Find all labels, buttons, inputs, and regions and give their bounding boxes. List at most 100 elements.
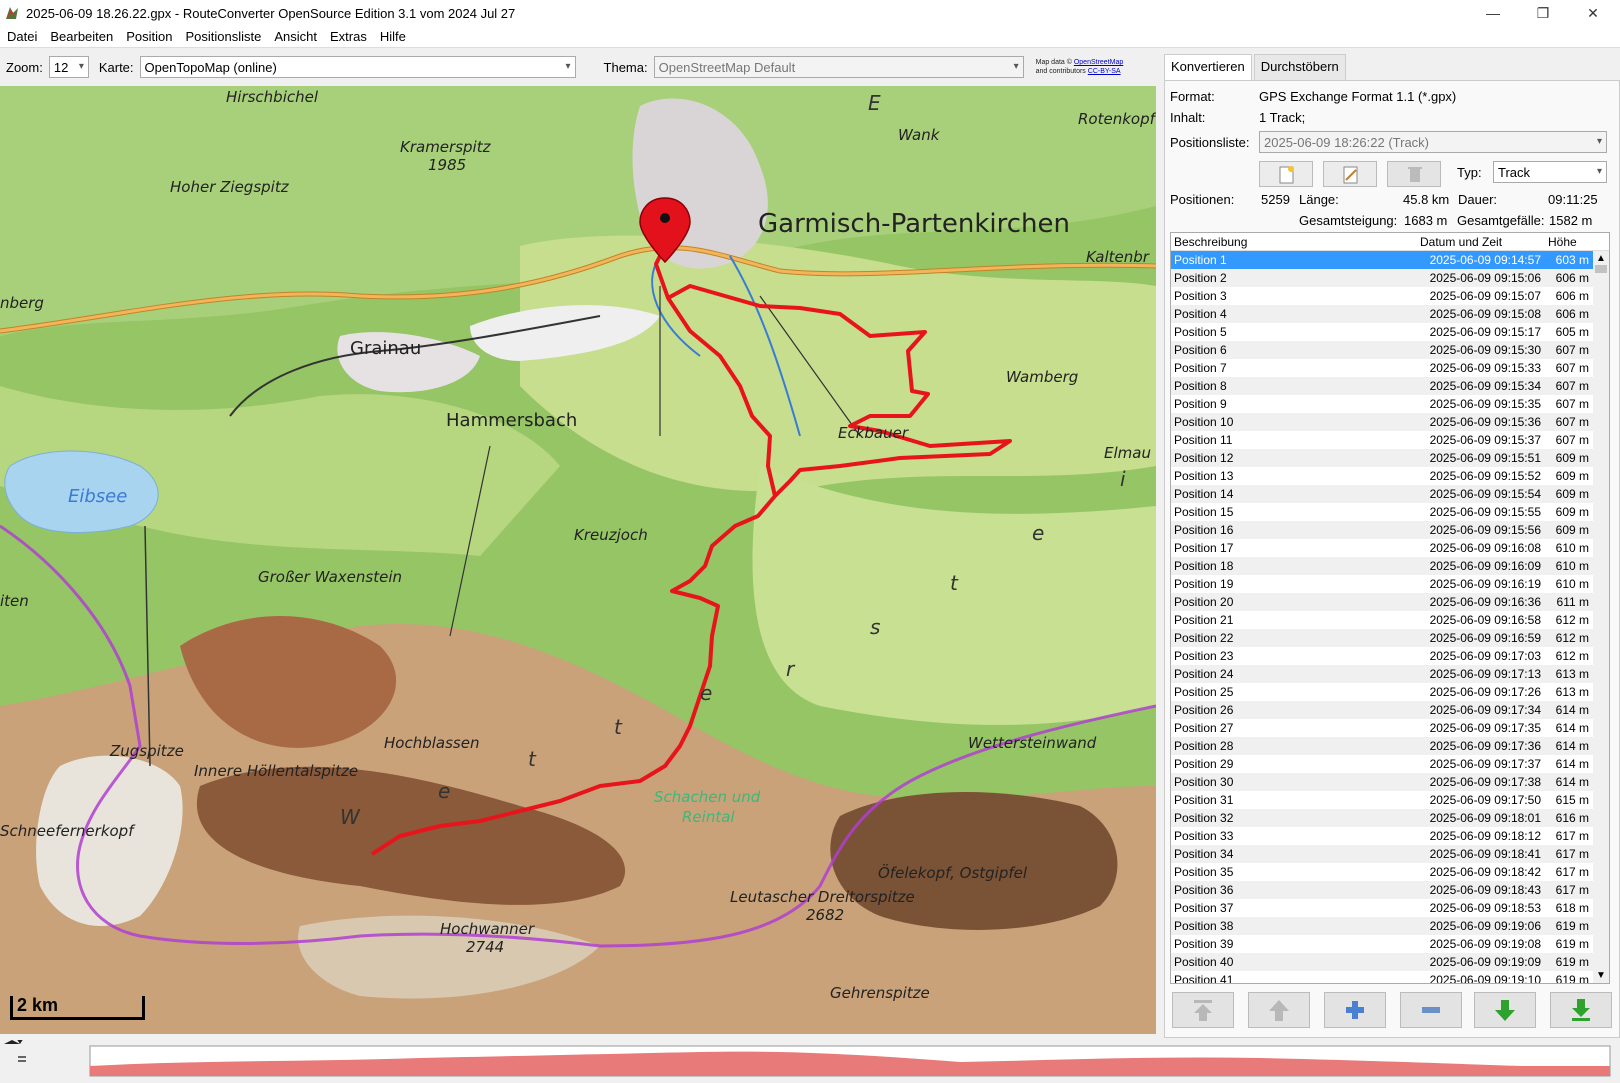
map-letter-t2: t — [614, 715, 623, 739]
rename-list-button[interactable] — [1323, 161, 1377, 187]
delete-list-button[interactable] — [1387, 161, 1441, 187]
menu-hilfe[interactable]: Hilfe — [380, 29, 406, 44]
table-row[interactable]: Position 31 2025-06-09 09:17:50 615 m — [1171, 791, 1609, 809]
scrollbar-thumb[interactable] — [1595, 265, 1607, 273]
table-row[interactable]: Position 29 2025-06-09 09:17:37 614 m — [1171, 755, 1609, 773]
tab-konvertieren[interactable]: Konvertieren — [1164, 54, 1252, 80]
map-label-hoher-ziegspitz: Hoher Ziegspitz — [170, 178, 290, 196]
table-row[interactable]: Position 1 2025-06-09 09:14:57 603 m — [1171, 251, 1609, 269]
table-row[interactable]: Position 20 2025-06-09 09:16:36 611 m — [1171, 593, 1609, 611]
karte-label: Karte: — [98, 59, 134, 75]
table-row[interactable]: Position 4 2025-06-09 09:15:08 606 m — [1171, 305, 1609, 323]
table-row[interactable]: Position 41 2025-06-09 09:19:10 619 m — [1171, 971, 1609, 983]
table-row[interactable]: Position 10 2025-06-09 09:15:36 607 m — [1171, 413, 1609, 431]
new-list-icon — [1279, 166, 1294, 184]
column-header-hoehe[interactable]: Höhe — [1545, 233, 1591, 250]
table-row[interactable]: Position 21 2025-06-09 09:16:58 612 m — [1171, 611, 1609, 629]
tab-durchstoebern[interactable]: Durchstöbern — [1253, 54, 1346, 80]
move-down-button[interactable] — [1474, 992, 1536, 1028]
table-row[interactable]: Position 11 2025-06-09 09:15:37 607 m — [1171, 431, 1609, 449]
table-row[interactable]: Position 25 2025-06-09 09:17:26 613 m — [1171, 683, 1609, 701]
menu-extras[interactable]: Extras — [330, 29, 367, 44]
table-row[interactable]: Position 26 2025-06-09 09:17:34 614 m — [1171, 701, 1609, 719]
table-row[interactable]: Position 22 2025-06-09 09:16:59 612 m — [1171, 629, 1609, 647]
table-row[interactable]: Position 8 2025-06-09 09:15:34 607 m — [1171, 377, 1609, 395]
elevation-profile-panel[interactable] — [0, 1038, 1620, 1080]
table-row[interactable]: Position 3 2025-06-09 09:15:07 606 m — [1171, 287, 1609, 305]
map-label-wank: Wank — [898, 126, 941, 144]
table-scrollbar[interactable]: ▲ ▼ — [1593, 251, 1609, 983]
zoom-select[interactable]: 12 ▾ — [48, 56, 89, 78]
table-row[interactable]: Position 28 2025-06-09 09:17:36 614 m — [1171, 737, 1609, 755]
table-row[interactable]: Position 2 2025-06-09 09:15:06 606 m — [1171, 269, 1609, 287]
menu-positionsliste[interactable]: Positionsliste — [186, 29, 262, 44]
positionen-value: 5259 — [1261, 192, 1290, 207]
map-label-rotenkopf: Rotenkopf — [1078, 110, 1156, 128]
thema-select[interactable]: OpenStreetMap Default ▾ — [653, 56, 1024, 78]
maximize-button[interactable]: ❐ — [1518, 0, 1568, 26]
osm-link[interactable]: OpenStreetMap — [1074, 59, 1123, 66]
positions-table[interactable]: Beschreibung Datum und Zeit Höhe Positio… — [1170, 232, 1610, 984]
table-row[interactable]: Position 30 2025-06-09 09:17:38 614 m — [1171, 773, 1609, 791]
table-row[interactable]: Position 24 2025-06-09 09:17:13 613 m — [1171, 665, 1609, 683]
menu-bearbeiten[interactable]: Bearbeiten — [50, 29, 113, 44]
karte-select[interactable]: OpenTopoMap (online) ▾ — [139, 56, 576, 78]
table-row[interactable]: Position 33 2025-06-09 09:18:12 617 m — [1171, 827, 1609, 845]
cell-beschreibung: Position 36 — [1174, 883, 1234, 897]
cell-datum: 2025-06-09 09:15:08 — [1429, 307, 1541, 321]
chevron-down-icon[interactable]: ▼ — [1596, 970, 1606, 981]
table-row[interactable]: Position 19 2025-06-09 09:16:19 610 m — [1171, 575, 1609, 593]
table-row[interactable]: Position 39 2025-06-09 09:19:08 619 m — [1171, 935, 1609, 953]
move-to-top-button[interactable] — [1172, 992, 1234, 1028]
typ-select[interactable]: Track ▾ — [1493, 161, 1607, 183]
elevation-profile[interactable] — [0, 1038, 1620, 1080]
table-row[interactable]: Position 14 2025-06-09 09:15:54 609 m — [1171, 485, 1609, 503]
cell-hoehe: 617 m — [1555, 865, 1589, 879]
menu-datei[interactable]: Datei — [7, 29, 37, 44]
positionen-label: Positionen: — [1170, 192, 1235, 207]
table-row[interactable]: Position 18 2025-06-09 09:16:09 610 m — [1171, 557, 1609, 575]
menu-bar: Datei Bearbeiten Position Positionsliste… — [0, 26, 1620, 48]
map-view[interactable]: Hirschbichel Kramerspitz 1985 Hoher Zieg… — [0, 86, 1156, 1034]
menu-position[interactable]: Position — [126, 29, 172, 44]
cell-hoehe: 610 m — [1555, 577, 1589, 591]
new-list-button[interactable] — [1259, 161, 1313, 187]
table-row[interactable]: Position 16 2025-06-09 09:15:56 609 m — [1171, 521, 1609, 539]
cell-datum: 2025-06-09 09:15:30 — [1429, 343, 1541, 357]
table-row[interactable]: Position 38 2025-06-09 09:19:06 619 m — [1171, 917, 1609, 935]
cell-hoehe: 617 m — [1555, 829, 1589, 843]
table-row[interactable]: Position 34 2025-06-09 09:18:41 617 m — [1171, 845, 1609, 863]
table-row[interactable]: Position 5 2025-06-09 09:15:17 605 m — [1171, 323, 1609, 341]
table-row[interactable]: Position 7 2025-06-09 09:15:33 607 m — [1171, 359, 1609, 377]
table-row[interactable]: Position 23 2025-06-09 09:17:03 612 m — [1171, 647, 1609, 665]
move-to-bottom-button[interactable] — [1550, 992, 1612, 1028]
move-up-button[interactable] — [1248, 992, 1310, 1028]
table-row[interactable]: Position 37 2025-06-09 09:18:53 618 m — [1171, 899, 1609, 917]
table-row[interactable]: Position 36 2025-06-09 09:18:43 617 m — [1171, 881, 1609, 899]
table-row[interactable]: Position 13 2025-06-09 09:15:52 609 m — [1171, 467, 1609, 485]
chevron-up-icon[interactable]: ▲ — [1596, 253, 1606, 264]
cell-beschreibung: Position 12 — [1174, 451, 1234, 465]
license-link[interactable]: CC-BY-SA — [1088, 68, 1121, 75]
table-row[interactable]: Position 32 2025-06-09 09:18:01 616 m — [1171, 809, 1609, 827]
table-row[interactable]: Position 35 2025-06-09 09:18:42 617 m — [1171, 863, 1609, 881]
column-header-datum[interactable]: Datum und Zeit — [1417, 233, 1545, 250]
cell-datum: 2025-06-09 09:17:35 — [1429, 721, 1541, 735]
menu-ansicht[interactable]: Ansicht — [274, 29, 317, 44]
add-position-button[interactable] — [1324, 992, 1386, 1028]
close-button[interactable]: ✕ — [1568, 0, 1618, 26]
map-label-eckbauer: Eckbauer — [838, 424, 909, 442]
profile-settings-icon[interactable] — [18, 1056, 26, 1062]
table-row[interactable]: Position 17 2025-06-09 09:16:08 610 m — [1171, 539, 1609, 557]
remove-position-button[interactable] — [1400, 992, 1462, 1028]
minimize-button[interactable]: — — [1468, 0, 1518, 26]
positionsliste-select[interactable]: 2025-06-09 18:26:22 (Track) ▾ — [1259, 131, 1607, 153]
table-row[interactable]: Position 9 2025-06-09 09:15:35 607 m — [1171, 395, 1609, 413]
table-row[interactable]: Position 15 2025-06-09 09:15:55 609 m — [1171, 503, 1609, 521]
table-row[interactable]: Position 6 2025-06-09 09:15:30 607 m — [1171, 341, 1609, 359]
table-row[interactable]: Position 40 2025-06-09 09:19:09 619 m — [1171, 953, 1609, 971]
column-header-beschreibung[interactable]: Beschreibung — [1171, 233, 1417, 250]
table-row[interactable]: Position 27 2025-06-09 09:17:35 614 m — [1171, 719, 1609, 737]
table-row[interactable]: Position 12 2025-06-09 09:15:51 609 m — [1171, 449, 1609, 467]
map-canvas[interactable]: Hirschbichel Kramerspitz 1985 Hoher Zieg… — [0, 86, 1156, 1034]
